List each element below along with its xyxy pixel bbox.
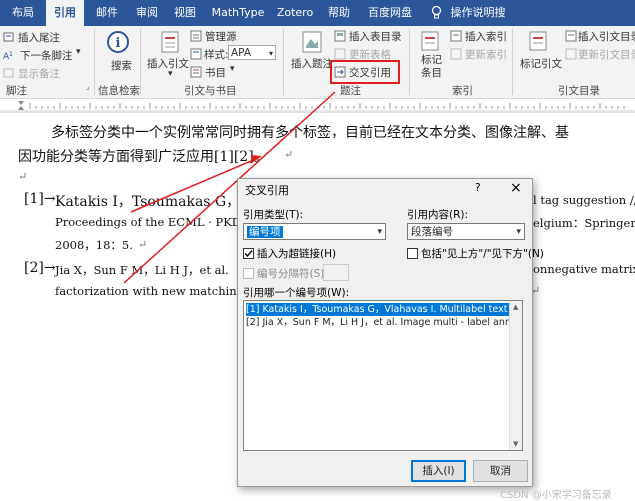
separator-input[interactable] (323, 264, 349, 281)
cross-reference-dialog: 交叉引用 ? × 引用类型(T): 编号项 ▾ 引用内容(R): 段落编号 ▾ … (237, 178, 544, 487)
chevron-down-icon: ▾ (377, 227, 382, 237)
list-scrollbar[interactable]: ▲ ▼ (509, 301, 522, 450)
insert-hyperlink-checkbox[interactable] (243, 248, 254, 259)
numbered-item-list[interactable]: [1] Katakis I，Tsoumakas G，Vlahavas I. Mu… (243, 300, 523, 451)
help-button[interactable]: ? (475, 182, 481, 194)
include-above-below-checkbox[interactable] (407, 248, 418, 259)
list-item[interactable]: [2] Jia X，Sun F M，Li H J，et al. Image mu… (246, 316, 512, 329)
close-button[interactable]: × (510, 180, 522, 196)
reference-content-select[interactable]: 段落编号 ▾ (407, 223, 525, 240)
dialog-title: 交叉引用 (245, 184, 289, 197)
insert-hyperlink-label[interactable]: 插入为超链接(H) (257, 246, 336, 261)
reference-type-value: 编号项 (247, 226, 283, 238)
include-above-below-label[interactable]: 包括"见上方"/"见下方"(N) (421, 246, 544, 261)
reference-content-value: 段落编号 (411, 226, 453, 238)
scroll-up-icon[interactable]: ▲ (513, 303, 518, 311)
chevron-down-icon: ▾ (516, 227, 521, 237)
watermark: CSDN @小宋学习备忘录 (500, 490, 612, 501)
list-item[interactable]: [1] Katakis I，Tsoumakas G，Vlahavas I. Mu… (246, 303, 512, 316)
reference-content-label: 引用内容(R): (407, 209, 469, 221)
insert-button[interactable]: 插入(I) (411, 460, 466, 482)
scroll-down-icon[interactable]: ▼ (513, 440, 518, 448)
separate-numbers-checkbox[interactable] (243, 268, 254, 279)
reference-type-label: 引用类型(T): (243, 209, 304, 221)
which-item-label: 引用哪一个编号项(W): (243, 287, 350, 299)
reference-type-select[interactable]: 编号项 ▾ (243, 223, 386, 240)
checkmark-icon (244, 250, 253, 258)
separate-numbers-label[interactable]: 编号分隔符(S) (257, 266, 324, 281)
cancel-button[interactable]: 取消 (473, 460, 528, 482)
